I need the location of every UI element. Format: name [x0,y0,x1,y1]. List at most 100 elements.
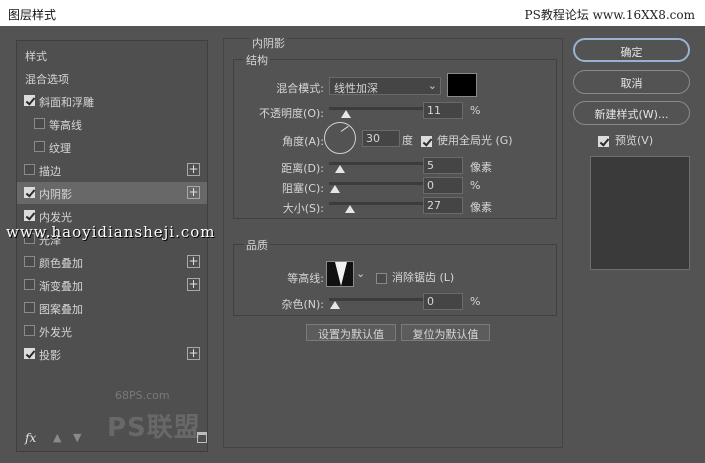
styles-list: 样式 混合选项 斜面和浮雕 等高线 纹理 描边 + 内阴影 + 内发光 光泽 颜色叠加 + 渐变叠加 + 图案… [16,40,208,452]
opacity-slider-thumb[interactable] [341,110,351,118]
add-effect-icon[interactable]: + [187,255,200,268]
angle-input[interactable]: 30 [362,130,400,147]
fx-icon[interactable]: fx [25,431,36,445]
style-item-label: 投影 [39,349,61,362]
style-item-label: 内阴影 [39,188,72,201]
contour-preview[interactable] [326,261,354,287]
noise-slider-thumb[interactable] [330,301,340,309]
style-item-checkbox[interactable] [24,348,35,359]
style-item-checkbox[interactable] [24,279,35,290]
opacity-row: 不透明度(O): 11 % [234,102,554,122]
chevron-down-icon: ⌄ [427,79,437,92]
antialias-option[interactable]: 消除锯齿 (L) [376,269,454,285]
style-item-label: 颜色叠加 [39,257,83,270]
watermark-text: www.haoyidiansheji.com [6,223,216,241]
style-item-label: 混合选项 [25,73,69,86]
move-down-icon[interactable]: ▼ [73,431,81,444]
choke-unit: % [470,179,481,192]
global-light-checkbox[interactable] [421,135,432,147]
style-item-label: 纹理 [49,142,71,155]
structure-group: 结构 混合模式: 线性加深 ⌄ 不透明度(O): 11 % 角度(A): 30 … [233,52,557,219]
ok-button[interactable]: 确定 [573,38,690,62]
size-row: 大小(S): 27 像素 [234,197,554,217]
style-item-label: 描边 [39,165,61,178]
chevron-down-icon[interactable]: ⌄ [356,267,365,280]
noise-unit: % [470,295,481,308]
choke-slider-thumb[interactable] [330,185,340,193]
style-item[interactable]: 描边 + [17,159,207,181]
style-item-checkbox[interactable] [24,302,35,313]
distance-input[interactable]: 5 [423,157,463,174]
style-item-label: 样式 [25,50,47,63]
style-item[interactable]: 颜色叠加 + [17,251,207,273]
noise-label: 杂色(N): [281,298,324,311]
blend-mode-select[interactable]: 线性加深 ⌄ [329,77,441,95]
style-item-checkbox[interactable] [24,325,35,336]
quality-group: 品质 等高线: ⌄ 消除锯齿 (L) 杂色(N): 0 % [233,237,557,316]
size-input[interactable]: 27 [423,197,463,214]
style-item-checkbox[interactable] [24,256,35,267]
dialog-title: 图层样式 [8,8,57,22]
move-up-icon[interactable]: ▲ [53,431,61,444]
style-item[interactable]: 斜面和浮雕 [17,90,207,112]
opacity-label: 不透明度(O): [259,107,324,120]
antialias-label: 消除锯齿 (L) [392,271,455,284]
set-default-button[interactable]: 设置为默认值 [306,324,396,341]
preview-option[interactable]: 预览(V) [598,132,653,148]
angle-unit: 度 [402,134,413,147]
shadow-color-swatch[interactable] [447,73,477,97]
style-item-label: 渐变叠加 [39,280,83,293]
add-effect-icon[interactable]: + [187,278,200,291]
distance-unit: 像素 [470,161,492,174]
style-item-checkbox[interactable] [24,210,35,221]
preview-checkbox[interactable] [598,135,609,147]
style-item[interactable]: 渐变叠加 + [17,274,207,296]
opacity-input[interactable]: 11 [423,102,463,119]
add-effect-icon[interactable]: + [187,186,200,199]
contour-label: 等高线: [287,272,324,285]
global-light-option[interactable]: 使用全局光 (G) [421,132,513,148]
watermark-overlay: www.haoyidiansheji.com [0,222,705,242]
global-light-label: 使用全局光 (G) [437,134,513,147]
style-item[interactable]: 投影 + [17,343,207,365]
choke-row: 阻塞(C): 0 % [234,177,554,197]
distance-row: 距离(D): 5 像素 [234,157,554,177]
noise-input[interactable]: 0 [423,293,463,310]
style-item[interactable]: 纹理 [17,136,207,158]
reset-default-button[interactable]: 复位为默认值 [401,324,490,341]
layer-style-dialog: 样式 混合选项 斜面和浮雕 等高线 纹理 描边 + 内阴影 + 内发光 光泽 颜色叠加 + 渐变叠加 + 图案… [0,26,705,463]
angle-row: 角度(A): 30 度 使用全局光 (G) [234,122,554,154]
distance-label: 距离(D): [281,162,324,175]
trash-icon[interactable] [197,432,207,443]
styles-footer: fx ▲ ▼ [23,431,207,447]
style-item[interactable]: 等高线 [17,113,207,135]
style-item[interactable]: 样式 [17,44,207,66]
add-effect-icon[interactable]: + [187,163,200,176]
add-effect-icon[interactable]: + [187,347,200,360]
antialias-checkbox[interactable] [376,272,387,284]
contour-row: 等高线: ⌄ 消除锯齿 (L) [234,261,554,287]
distance-slider-thumb[interactable] [335,165,345,173]
style-item[interactable]: 混合选项 [17,67,207,89]
blend-mode-value: 线性加深 [334,82,378,95]
new-style-button[interactable]: 新建样式(W)... [573,101,690,125]
choke-input[interactable]: 0 [423,177,463,194]
angle-dial[interactable] [324,122,356,154]
logo-site: 68PS.com [115,389,170,402]
style-item-checkbox[interactable] [24,187,35,198]
style-item-label: 图案叠加 [39,303,83,316]
size-slider-thumb[interactable] [345,205,355,213]
style-item[interactable]: 外发光 [17,320,207,342]
angle-label: 角度(A): [282,135,324,148]
style-item-checkbox[interactable] [34,141,45,152]
style-item[interactable]: 内阴影 + [17,182,207,204]
style-item-checkbox[interactable] [24,95,35,106]
size-label: 大小(S): [282,202,324,215]
cancel-button[interactable]: 取消 [573,70,690,94]
style-item-checkbox[interactable] [24,164,35,175]
structure-title: 结构 [244,52,270,68]
style-item-checkbox[interactable] [34,118,45,129]
style-item[interactable]: 图案叠加 [17,297,207,319]
title-bar: 图层样式 PS教程论坛 www.16XX8.com [0,0,705,26]
inner-shadow-panel: 内阴影 结构 混合模式: 线性加深 ⌄ 不透明度(O): 11 % 角度(A): [223,35,563,448]
